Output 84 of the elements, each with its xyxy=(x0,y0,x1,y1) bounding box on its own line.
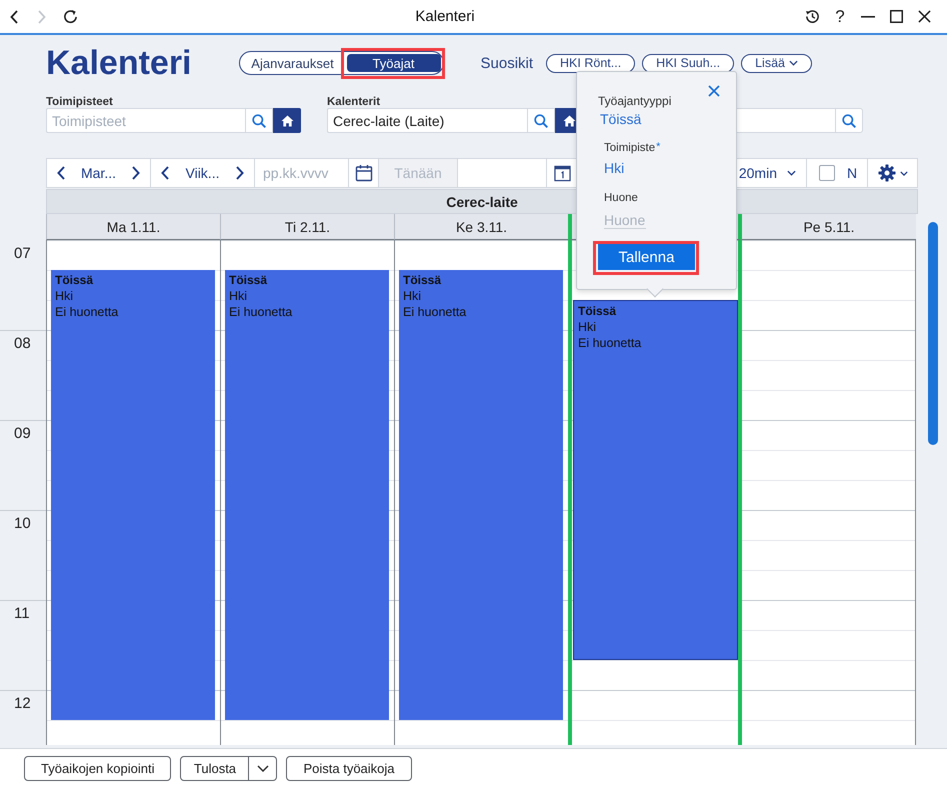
favorite-chip[interactable]: HKI Rönt... xyxy=(546,54,636,72)
home-button[interactable] xyxy=(273,108,301,133)
print-menu-button[interactable] xyxy=(249,756,278,781)
hour-label: 08 xyxy=(14,335,31,352)
hour-label: 10 xyxy=(14,515,31,532)
hour-label: 12 xyxy=(14,695,31,712)
event-location: Hki xyxy=(578,319,596,335)
event-location: Hki xyxy=(55,288,74,304)
hour-label: 09 xyxy=(14,425,31,442)
search-button[interactable] xyxy=(245,108,273,133)
search-icon xyxy=(252,114,266,128)
chevron-right-icon xyxy=(236,166,244,180)
mode-tab[interactable]: Ajanvaraukset xyxy=(240,54,346,72)
filter-input[interactable]: Toimipisteet xyxy=(46,108,245,133)
event-location: Hki xyxy=(229,288,248,304)
month-label[interactable]: Mar... xyxy=(80,165,116,181)
footer-button[interactable]: Työaikojen kopiointi xyxy=(24,756,172,781)
favorite-chip[interactable]: HKI Suuh... xyxy=(642,54,734,72)
event-title: Töissä xyxy=(403,273,442,288)
footer-button[interactable]: Poista työaikoja xyxy=(286,756,412,781)
caret-icon xyxy=(256,765,269,772)
search-icon xyxy=(534,114,548,128)
event-block[interactable]: Töissä Hki Ei huonetta xyxy=(51,270,215,720)
checkbox[interactable] xyxy=(819,165,835,181)
home-icon xyxy=(562,114,576,126)
calendar-day-icon xyxy=(554,164,570,182)
window-title: Kalenteri xyxy=(414,8,476,25)
mode-tab[interactable]: Työajat xyxy=(346,54,440,72)
settings-icon xyxy=(878,164,896,182)
event-room: Ei huonetta xyxy=(229,304,292,320)
favorite-chip[interactable]: Lisää xyxy=(741,54,812,72)
hour-label: 11 xyxy=(14,605,30,622)
event-title: Töissä xyxy=(229,273,268,288)
day-header: Ma 1.11. xyxy=(46,214,220,240)
scrollbar-thumb[interactable] xyxy=(928,222,938,445)
print-button[interactable]: Tulosta xyxy=(180,756,250,781)
close-icon xyxy=(708,85,720,97)
room-field[interactable]: Huone xyxy=(604,211,646,229)
field-value[interactable]: Töissä xyxy=(600,110,642,128)
filter-label: Toimipisteet xyxy=(46,96,113,108)
event-room: Ei huonetta xyxy=(403,304,466,320)
event-title: Töissä xyxy=(55,273,94,288)
chevron-left-icon xyxy=(161,166,169,180)
event-block[interactable]: Töissä Hki Ei huonetta xyxy=(573,300,738,660)
event-block[interactable]: Töissä Hki Ei huonetta xyxy=(225,270,389,720)
day-header: Ti 2.11. xyxy=(220,214,394,240)
caret-icon xyxy=(789,60,798,66)
checkbox-label: N xyxy=(847,165,858,181)
chevron-left-icon xyxy=(57,166,65,180)
field-label: Huone xyxy=(604,191,638,205)
save-button[interactable]: Tallenna xyxy=(598,244,695,270)
field-value[interactable]: Hki xyxy=(604,159,624,177)
calendar-icon xyxy=(354,164,372,182)
required-mark: * xyxy=(656,141,660,153)
home-icon xyxy=(280,114,294,126)
hour-label: 07 xyxy=(14,245,31,262)
chevron-right-icon xyxy=(132,166,140,180)
filter-label: Kalenterit xyxy=(327,96,380,108)
minimize-icon xyxy=(861,16,875,18)
close-icon xyxy=(918,10,930,23)
day-header: Ke 3.11. xyxy=(394,214,568,240)
caret-icon xyxy=(787,170,796,176)
filter-input[interactable]: Cerec-laite (Laite) xyxy=(327,108,527,133)
search-icon xyxy=(842,114,856,128)
caret-icon xyxy=(900,170,908,176)
favorites-label: Suosikit xyxy=(480,54,534,72)
event-room: Ei huonetta xyxy=(578,335,642,351)
field-label: Toimipiste xyxy=(604,141,656,155)
search-button[interactable] xyxy=(527,108,555,133)
field-label: Työajantyyppi xyxy=(598,94,672,108)
event-title: Töissä xyxy=(578,304,616,319)
refresh-icon xyxy=(62,9,78,24)
history-icon xyxy=(804,9,820,24)
event-room: Ei huonetta xyxy=(55,304,118,320)
maximize-icon xyxy=(890,10,902,23)
search-button[interactable] xyxy=(835,108,863,133)
day-header: Pe 5.11. xyxy=(742,214,916,240)
event-block[interactable]: Töissä Hki Ei huonetta xyxy=(399,270,563,720)
help-button[interactable]: ? xyxy=(826,2,854,30)
week-label[interactable]: Viik... xyxy=(186,165,220,181)
event-location: Hki xyxy=(403,288,422,304)
chevron-left-icon xyxy=(10,10,18,24)
chevron-right-icon xyxy=(38,10,46,24)
page-title: Kalenteri xyxy=(46,43,192,83)
